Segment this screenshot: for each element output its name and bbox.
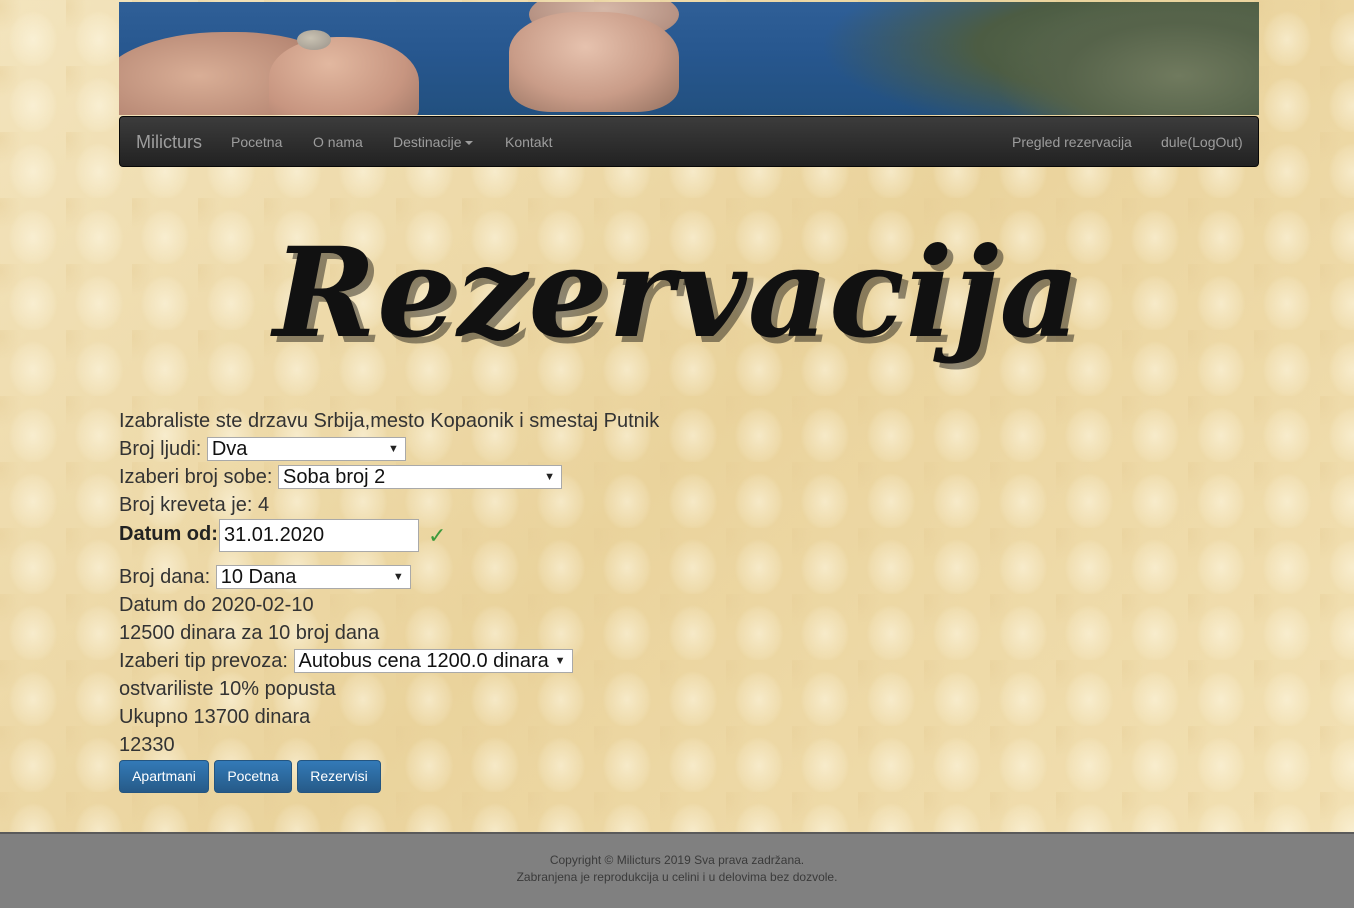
date-from-input[interactable]: 31.01.2020 <box>219 519 419 552</box>
days-row: Broj dana: 10 Dana ▼ <box>119 565 411 589</box>
reservation-summary-text: Izabraliste ste drzavu Srbija,mesto Kopa… <box>119 410 660 432</box>
room-label: Izaberi broj sobe: <box>119 466 273 488</box>
dropdown-arrow-icon: ▼ <box>392 571 404 583</box>
room-select-value: Soba broj 2 <box>282 466 386 488</box>
days-label: Broj dana: <box>119 566 211 588</box>
nav-link-kontakt[interactable]: Kontakt <box>505 134 552 150</box>
footer-copyright: Copyright © Milicturs 2019 Sva prava zad… <box>549 853 805 867</box>
people-select-value: Dva <box>211 438 248 460</box>
nav-dropdown-destinacije[interactable]: Destinacije <box>393 134 474 150</box>
transport-label: Izaberi tip prevoza: <box>119 650 288 672</box>
dropdown-arrow-icon: ▼ <box>544 471 555 483</box>
nav-link-pocetna[interactable]: Pocetna <box>231 134 282 150</box>
pocetna-button[interactable]: Pocetna <box>214 760 292 793</box>
price-text: 12500 dinara za 10 broj dana <box>119 622 380 644</box>
footer-notice: Zabranjena je reprodukcija u celini i u … <box>516 870 838 884</box>
navbar: Milicturs Pocetna O nama Destinacije Kon… <box>119 116 1259 167</box>
header-banner-image <box>119 2 1259 115</box>
final-amount-text: 12330 <box>119 734 175 756</box>
date-from-label: Datum od: <box>119 522 218 546</box>
date-to-text: Datum do 2020-02-10 <box>119 594 314 616</box>
nav-link-pregled-rezervacija[interactable]: Pregled rezervacija <box>1012 134 1132 150</box>
caret-down-icon <box>465 141 474 146</box>
people-select[interactable]: Dva ▼ <box>206 437 406 461</box>
nav-link-logout[interactable]: dule(LogOut) <box>1161 134 1243 150</box>
people-row: Broj ljudi: Dva ▼ <box>119 437 406 461</box>
dropdown-arrow-icon: ▼ <box>387 443 399 455</box>
apartmani-button[interactable]: Apartmani <box>119 760 209 793</box>
nav-dropdown-label: Destinacije <box>393 134 462 150</box>
transport-select-value: Autobus cena 1200.0 dinara <box>298 650 549 672</box>
navbar-brand[interactable]: Milicturs <box>136 132 202 153</box>
nav-link-o-nama[interactable]: O nama <box>313 134 363 150</box>
transport-select[interactable]: Autobus cena 1200.0 dinara ▼ <box>293 649 573 673</box>
checkmark-icon: ✓ <box>428 523 447 548</box>
beds-text: Broj kreveta je: 4 <box>119 494 270 516</box>
room-row: Izaberi broj sobe: Soba broj 2 ▼ <box>119 465 562 489</box>
people-label: Broj ljudi: <box>119 438 202 460</box>
footer: Copyright © Milicturs 2019 Sva prava zad… <box>0 832 1354 908</box>
days-select-value: 10 Dana <box>220 566 297 588</box>
discount-text: ostvariliste 10% popusta <box>119 678 336 700</box>
page-title: Rezervacija <box>273 221 1081 366</box>
dropdown-arrow-icon: ▼ <box>554 655 566 667</box>
rezervisi-button[interactable]: Rezervisi <box>297 760 381 793</box>
days-select[interactable]: 10 Dana ▼ <box>215 565 411 589</box>
transport-row: Izaberi tip prevoza: Autobus cena 1200.0… <box>119 649 573 673</box>
total-text: Ukupno 13700 dinara <box>119 706 311 728</box>
date-from-label-text: Datum od: <box>119 523 218 545</box>
room-select[interactable]: Soba broj 2 ▼ <box>277 465 562 489</box>
